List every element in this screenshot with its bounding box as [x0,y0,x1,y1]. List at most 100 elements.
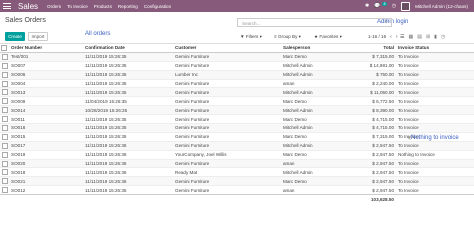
row-checkbox[interactable] [2,187,8,194]
row-checkbox[interactable] [2,107,8,114]
cell-customer: Gemini Furniture [173,114,281,124]
cell-salesperson: Marc Demo [281,51,366,62]
col-salesperson[interactable]: Salesperson [281,43,366,53]
import-button[interactable]: Import [28,32,48,41]
cell-order-number: SO009 [9,96,83,106]
row-select-cell [0,105,9,115]
menu-reporting[interactable]: Reporting [118,4,138,9]
cell-order-number: SO007 [9,60,83,71]
cell-customer: Gemini Furniture [173,140,281,151]
graph-view-icon[interactable]: ▮ [434,34,437,40]
col-total[interactable]: Total [366,43,396,53]
create-button[interactable]: Create [5,32,25,41]
chat-badge: 8 [382,2,387,6]
select-all-checkbox[interactable] [1,44,7,51]
row-select-cell [0,87,9,97]
menu-to-invoice[interactable]: To Invoice [67,4,88,9]
cell-customer: Gemini Furniture [173,78,281,88]
row-checkbox[interactable] [2,53,8,60]
cell-confirmation-date: 11/11/2019 15:26:36 [83,140,173,151]
table-row[interactable]: SO020 11/11/2019 15:26:36 Gemini Furniture… [0,158,474,168]
cell-customer: YourCompany, Joel Willis [173,149,281,160]
row-checkbox[interactable] [2,89,8,96]
cell-invoice-status: To Invoice [396,69,474,80]
table-row[interactable]: SO007 11/11/2019 15:26:35 Gemini Furniture… [0,60,474,71]
apps-menu-icon[interactable] [3,3,11,9]
cell-confirmation-date: 11/04/2019 15:26:35 [83,96,173,106]
cell-invoice-status: To Invoice [396,185,474,195]
cell-order-number: SO019 [9,149,83,160]
kanban-view-icon[interactable]: ▦ [408,34,413,40]
row-checkbox[interactable] [2,98,8,105]
table-row[interactable]: SO018 11/11/2019 15:26:36 Ready Mat Mitchel… [0,167,474,177]
col-confirmation-date[interactable]: Confirmation Date [83,43,173,53]
list-view-icon[interactable]: ☰ [400,34,404,40]
cell-salesperson: Mitchell Admin [281,60,366,71]
filters-button[interactable]: ▼ Filters ▾ [240,32,262,41]
cell-confirmation-date: 11/11/2019 15:26:35 [83,78,173,88]
col-customer[interactable]: Customer [173,43,281,53]
table-row[interactable]: SO012 11/11/2019 15:26:35 Gemini Furniture… [0,185,474,195]
table-row[interactable]: SO011 11/11/2019 15:26:35 Gemini Furniture… [0,114,474,124]
cell-total: $ 7,315.00 [366,51,396,62]
row-select-cell [0,149,9,160]
activity-clock-icon[interactable]: ◷ [392,3,396,9]
chat-icon[interactable]: 💬 [374,3,380,9]
cell-invoice-status: To Invoice [396,123,474,133]
top-navbar: Sales Orders To Invoice Products Reporti… [0,0,474,12]
row-checkbox[interactable] [2,142,8,149]
col-invoice-status[interactable]: Invoice Status [396,43,474,53]
favorites-button[interactable]: ★ Favorites ▾ [314,32,342,41]
table-row[interactable]: SO019 11/11/2019 15:26:36 YourCompany, Joe… [0,149,474,160]
cell-total: $ 2,947.50 [366,158,396,168]
table-row[interactable]: SO009 11/04/2019 15:26:35 Gemini Furniture… [0,96,474,106]
row-checkbox[interactable] [2,71,8,78]
row-checkbox[interactable] [2,116,8,123]
cell-salesperson: Mitchell Admin [281,87,366,97]
cell-confirmation-date: 10/28/2019 15:26:35 [83,105,173,115]
table-row[interactable]: SO014 10/28/2019 15:26:35 Gemini Furniture… [0,105,474,115]
pager-prev-icon[interactable]: ‹ [390,34,392,40]
row-checkbox[interactable] [2,62,8,69]
cell-customer: Gemini Furniture [173,60,281,71]
group-by-button[interactable]: ≡ Group By ▾ [274,32,301,41]
row-select-cell [0,96,9,106]
cell-total: $ 750.00 [366,69,396,80]
row-checkbox[interactable] [2,80,8,87]
row-checkbox[interactable] [2,160,8,167]
cell-order-number: SO015 [9,131,83,142]
row-checkbox[interactable] [2,124,8,131]
footer-total: 103,628.50 [366,194,396,204]
row-checkbox[interactable] [2,133,8,140]
pager-value[interactable]: 1-16 / 16 [368,34,386,39]
calendar-view-icon[interactable]: ▤ [417,34,422,40]
activity-view-icon[interactable]: ◷ [441,34,445,40]
user-menu[interactable]: Mitchell Admin (12-chaos) [415,4,468,9]
table-row[interactable]: SO021 11/11/2019 15:26:36 Gemini Furniture… [0,176,474,186]
row-checkbox[interactable] [2,169,8,176]
pager-next-icon[interactable]: › [396,34,398,40]
row-checkbox[interactable] [2,151,8,158]
cell-order-number: Test/001 [9,51,83,62]
debug-bug-icon[interactable]: ✱ [365,3,369,9]
pivot-view-icon[interactable]: ⊞ [426,34,430,40]
row-checkbox[interactable] [2,178,8,185]
table-row[interactable]: SO016 11/11/2019 15:26:35 Gemini Furniture… [0,123,474,133]
cell-salesperson: aman [281,78,366,88]
search-input[interactable]: Search... [237,18,392,27]
table-row[interactable]: SO013 11/11/2019 15:26:35 Gemini Furniture… [0,87,474,97]
table-row[interactable]: Test/001 11/11/2019 15:26:35 Gemini Furnit… [0,51,474,62]
menu-products[interactable]: Products [94,4,112,9]
menu-configuration[interactable]: Configuration [144,4,171,9]
search-icon[interactable]: ⌕ [385,19,388,25]
table-row[interactable]: SO004 11/11/2019 15:26:35 Gemini Furniture… [0,78,474,88]
col-order-number[interactable]: Order Number [9,43,83,53]
menu-orders[interactable]: Orders [47,4,61,9]
cell-total: $ 11,050.00 [366,87,396,97]
avatar[interactable] [401,1,411,11]
table-row[interactable]: SO015 11/11/2019 15:26:35 Gemini Furniture… [0,131,474,142]
cell-customer: Gemini Furniture [173,123,281,133]
table-row[interactable]: SO017 11/11/2019 15:26:36 Gemini Furniture… [0,140,474,151]
table-row[interactable]: SO006 11/11/2019 15:26:35 Lumber Inc Mitche… [0,69,474,80]
app-title[interactable]: Sales [18,2,38,11]
